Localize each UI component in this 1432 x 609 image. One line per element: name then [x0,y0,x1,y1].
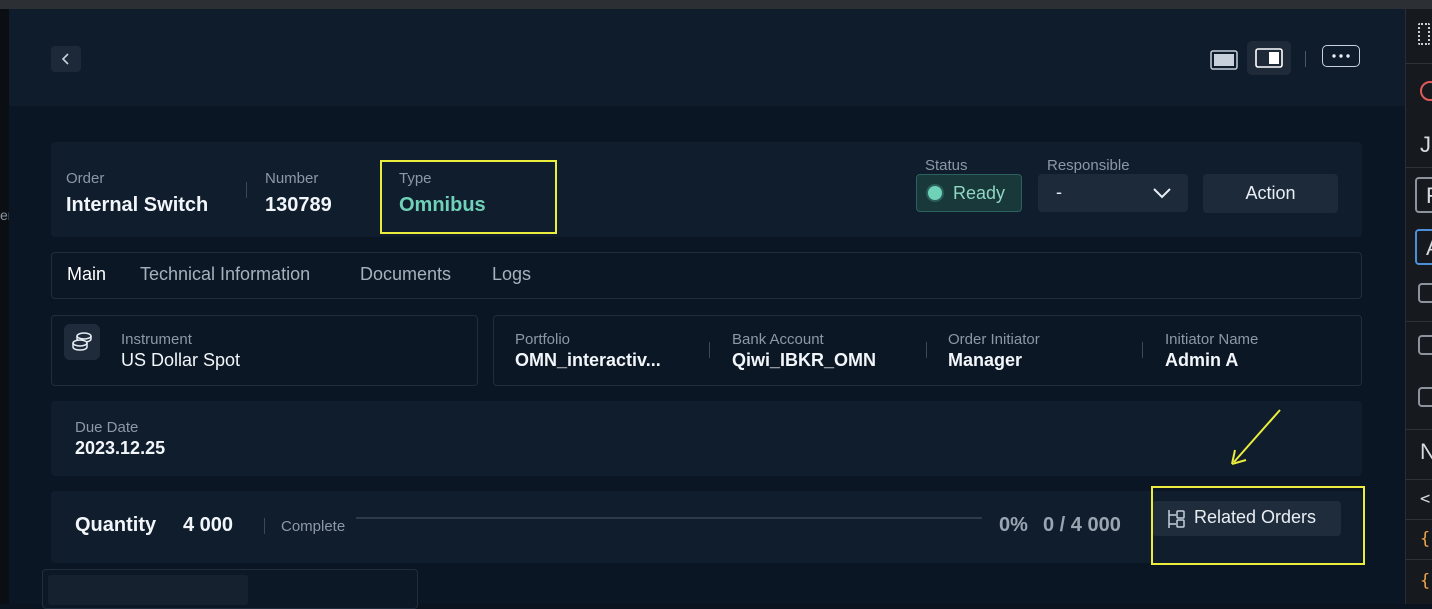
left-window-edge: er [0,9,12,604]
divider [1406,167,1432,168]
checkbox-fragment[interactable] [1418,283,1432,303]
checkbox-fragment[interactable] [1418,387,1432,407]
divider [1406,559,1432,560]
divider [246,182,247,198]
order-label: Order [66,170,105,187]
complete-percent: 0% [999,514,1028,536]
responsible-select[interactable]: - [1038,174,1188,212]
divider [926,342,927,358]
divider [1142,342,1143,358]
initiator-name-label: Initiator Name [1165,331,1259,348]
number-value: 130789 [265,194,332,216]
portfolio-label: Portfolio [515,331,571,348]
tab-logs[interactable]: Logs [492,264,531,285]
panel-header [9,9,1405,106]
quantity-value: 4 000 [183,514,234,536]
instrument-value: US Dollar Spot [121,350,241,370]
order-initiator-label: Order Initiator [948,331,1040,348]
quantity-label: Quantity [75,514,157,536]
code-brace-icon: { [1420,529,1431,549]
initiator-name-value: Admin A [1165,350,1239,370]
tab-technical-information[interactable]: Technical Information [140,264,310,285]
instrument-card [51,315,478,386]
completion-progress-bar [356,517,982,519]
divider [1406,321,1432,322]
due-date-value: 2023.12.25 [75,438,166,458]
view-split-button[interactable] [1247,41,1291,75]
divider [1406,479,1432,480]
bottom-section-tab[interactable] [48,575,248,605]
status-value: Ready [953,183,1006,203]
tab-documents[interactable]: Documents [360,264,451,285]
annotation-arrow-icon [1231,409,1281,465]
bank-account-value: Qiwi_IBKR_OMN [732,350,877,370]
action-button[interactable]: Action [1203,174,1338,213]
divider [264,518,265,534]
alert-circle-icon[interactable] [1420,81,1432,101]
tab-main[interactable]: Main [67,264,106,285]
view-full-button[interactable] [1209,47,1239,73]
ellipsis-icon [1332,54,1350,58]
divider [1406,63,1432,64]
chevron-left-icon [61,53,69,65]
divider [1406,519,1432,520]
coins-icon [64,324,100,360]
right-panel-letter: J [1420,132,1431,157]
back-button[interactable] [51,46,81,72]
window-full-icon [1210,50,1238,70]
window-split-icon [1255,48,1283,68]
status-label: Status [925,157,968,174]
due-date-label: Due Date [75,419,139,436]
grid-dots-icon[interactable] [1418,23,1430,45]
order-initiator-value: Manager [948,350,1023,370]
checkbox-fragment[interactable] [1418,335,1432,355]
due-date-card [51,401,1362,476]
status-badge: Ready [916,174,1022,212]
responsible-label: Responsible [1047,157,1130,174]
portfolio-value: OMN_interactiv... [515,350,661,370]
bank-account-label: Bank Account [732,331,824,348]
complete-label: Complete [281,518,346,535]
more-options-button[interactable] [1322,45,1360,67]
header-separator [1305,51,1306,67]
right-panel-letter: N [1420,439,1432,465]
code-brace-icon: { [1420,571,1431,591]
instrument-label: Instrument [121,331,192,348]
right-side-panel: J F A N < { { [1405,9,1432,604]
divider [1406,429,1432,430]
right-panel-letter: A [1426,235,1432,261]
code-bracket-icon: < [1420,489,1431,509]
related-orders-highlight-annotation [1151,486,1365,565]
right-panel-letter: F [1426,183,1432,209]
complete-filled: 0 / 4 000 [1043,514,1121,536]
responsible-value: - [1056,182,1062,202]
order-value: Internal Switch [66,194,209,216]
number-label: Number [265,170,319,187]
type-highlight-annotation [380,160,557,234]
divider [709,342,710,358]
status-dot-icon [928,186,942,200]
window-top-strip [0,0,1432,9]
chevron-down-icon [1153,188,1171,199]
